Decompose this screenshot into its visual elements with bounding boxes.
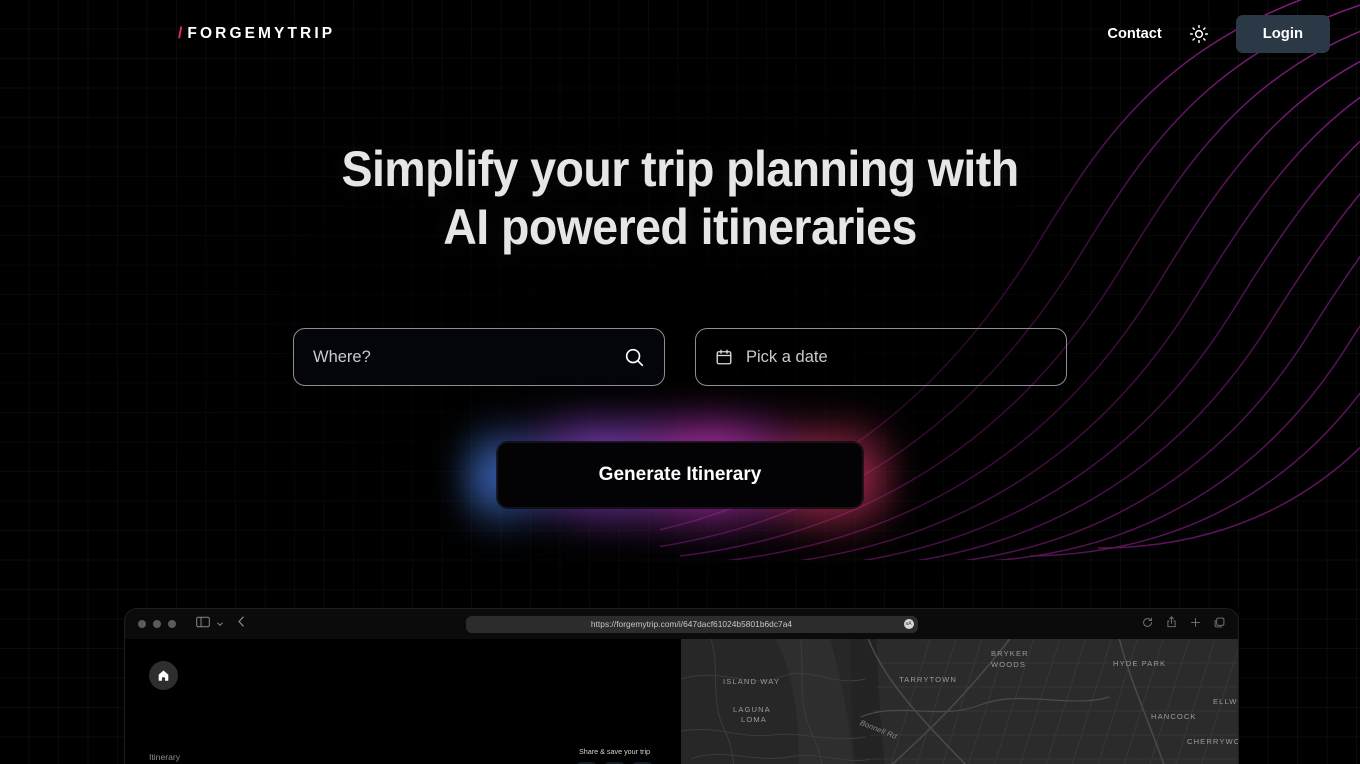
brand-logo[interactable]: / FORGEMYTRIP	[178, 25, 335, 43]
tabs-icon[interactable]	[1214, 615, 1225, 633]
share-section: Share & save your trip	[576, 747, 653, 764]
search-icon[interactable]	[623, 346, 645, 368]
reload-icon[interactable]	[1142, 615, 1153, 633]
headline-line-1: Simplify your trip planning with	[341, 141, 1019, 197]
browser-nav-controls	[196, 615, 247, 633]
search-fields: Where? Pick a date	[293, 328, 1067, 386]
calendar-icon	[715, 348, 733, 366]
map-preview[interactable]: ISLAND WAY LAGUNA LOMA TARRYTOWN Bonnell…	[681, 639, 1238, 764]
address-bar[interactable]: https://forgemytrip.com/i/647dacf61024b5…	[465, 615, 918, 633]
minimize-dot[interactable]	[153, 620, 161, 628]
close-dot[interactable]	[138, 620, 146, 628]
maximize-dot[interactable]	[168, 620, 176, 628]
login-button[interactable]: Login	[1235, 15, 1330, 53]
date-picker-label: Pick a date	[746, 347, 828, 366]
nav-link-contact[interactable]: Contact	[1107, 26, 1161, 42]
generate-itinerary-wrapper: Generate Itinerary	[469, 414, 891, 536]
home-icon[interactable]	[149, 661, 178, 690]
url-text: https://forgemytrip.com/i/647dacf61024b5…	[590, 619, 793, 629]
share-section-title: Share & save your trip	[578, 747, 651, 756]
brand-name: FORGEMYTRIP	[187, 25, 336, 42]
headline-line-2: AI powered itineraries	[443, 199, 917, 255]
chevron-down-icon[interactable]	[216, 615, 224, 633]
generate-itinerary-button[interactable]: Generate Itinerary	[497, 442, 863, 508]
hero-section: Simplify your trip planning with AI powe…	[0, 0, 1360, 536]
share-icon[interactable]	[1166, 615, 1177, 633]
browser-actions	[1142, 615, 1225, 633]
sidebar-toggle-icon[interactable]	[196, 615, 210, 633]
map-vector	[681, 639, 1238, 764]
search-input[interactable]: Where?	[293, 328, 665, 386]
search-input-placeholder: Where?	[313, 347, 371, 366]
new-tab-icon[interactable]	[1190, 615, 1201, 633]
browser-toolbar: https://forgemytrip.com/i/647dacf61024b5…	[125, 609, 1238, 639]
date-picker[interactable]: Pick a date	[695, 328, 1067, 386]
window-traffic-lights[interactable]	[138, 620, 176, 628]
page-settings-icon[interactable]: aA	[903, 619, 914, 629]
chevron-left-icon[interactable]	[236, 615, 247, 633]
nav-actions: Contact Login	[1107, 15, 1330, 53]
browser-viewport: Itinerary Trip to Austin, Texas, United …	[125, 639, 1238, 764]
itinerary-kicker: Itinerary	[149, 752, 181, 762]
itinerary-panel: Itinerary Trip to Austin, Texas, United …	[125, 639, 681, 764]
landing-page: / FORGEMYTRIP Contact Login Simplify you…	[0, 0, 1360, 764]
top-navigation: / FORGEMYTRIP Contact Login	[0, 0, 1360, 68]
sun-icon[interactable]	[1188, 23, 1210, 45]
page-title: Simplify your trip planning with AI powe…	[341, 140, 1019, 256]
brand-slash: /	[178, 25, 186, 42]
browser-mockup: https://forgemytrip.com/i/647dacf61024b5…	[124, 608, 1239, 764]
